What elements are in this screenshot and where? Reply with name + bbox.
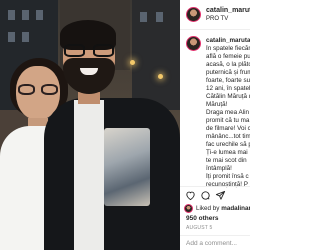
- caption-avatar[interactable]: [186, 36, 201, 51]
- caption-line: puternică și frum: [206, 69, 250, 76]
- caption-line: promit că tu ma: [206, 117, 250, 124]
- liker-avatar[interactable]: [184, 204, 193, 213]
- window: [156, 12, 163, 22]
- header-username[interactable]: catalin_maruta: [206, 7, 250, 14]
- man-white-shirt: [74, 100, 104, 250]
- window: [8, 10, 15, 20]
- caption-username[interactable]: catalin_maruta: [206, 37, 250, 45]
- caption-line: Ți-e lumea mai: [206, 149, 248, 156]
- caption-line: În spatele fiecăr: [206, 45, 250, 52]
- man-glasses: [64, 44, 114, 58]
- liked-by-row: Liked by madalinar: [180, 203, 250, 215]
- window: [22, 32, 29, 42]
- caption-line: acasă, o la plătc: [206, 61, 250, 68]
- caption-line: fac urechile să p: [206, 141, 250, 148]
- post-caption: catalin_maruta În spatele fiecăr află o f…: [206, 37, 250, 189]
- caption-line: întâmplă!: [206, 165, 232, 172]
- street-light: [130, 60, 135, 65]
- post-header: catalin_maruta PRO TV: [180, 0, 250, 30]
- caption-line: Draga mea Alin: [206, 109, 250, 116]
- caption-line: Cătălin Măruță d: [206, 93, 250, 100]
- caption-line: Îți promit însă c: [206, 173, 249, 180]
- liked-by-prefix: Liked by: [196, 205, 220, 212]
- post-date: AUGUST 5: [186, 225, 213, 231]
- liked-by-username[interactable]: madalinar: [221, 205, 250, 212]
- comment-icon[interactable]: [200, 190, 211, 201]
- caption-line: de filmare! Voi c: [206, 125, 250, 132]
- man-beard: [63, 58, 115, 94]
- window: [8, 32, 15, 42]
- heart-icon[interactable]: [185, 190, 196, 201]
- share-icon[interactable]: [215, 190, 226, 201]
- man-shirt-print: [104, 128, 150, 206]
- add-comment-placeholder[interactable]: Add a comment...: [186, 240, 237, 247]
- caption-line: Măruță!: [206, 101, 228, 108]
- post-photo[interactable]: [0, 0, 180, 250]
- post-side-panel: catalin_maruta PRO TV catalin_maruta În …: [180, 0, 250, 250]
- woman-glasses: [18, 84, 58, 96]
- caption-line: mânânc...tot tim: [206, 133, 250, 140]
- others-count[interactable]: 950 others: [186, 215, 219, 222]
- action-bar: [180, 186, 250, 202]
- header-location[interactable]: PRO TV: [206, 16, 228, 22]
- caption-line: foarte, foarte su: [206, 77, 250, 84]
- window: [140, 12, 147, 22]
- avatar[interactable]: [186, 7, 201, 22]
- window: [22, 10, 29, 20]
- window: [36, 10, 43, 20]
- caption-line: te mai scot din: [206, 157, 247, 164]
- add-comment-field[interactable]: Add a comment...: [180, 235, 250, 250]
- liked-by-text: Liked by madalinar: [196, 205, 250, 212]
- caption-line: 12 ani, în spatel: [206, 85, 250, 92]
- street-light: [158, 74, 163, 79]
- caption-line: află o femeie pu: [206, 53, 250, 60]
